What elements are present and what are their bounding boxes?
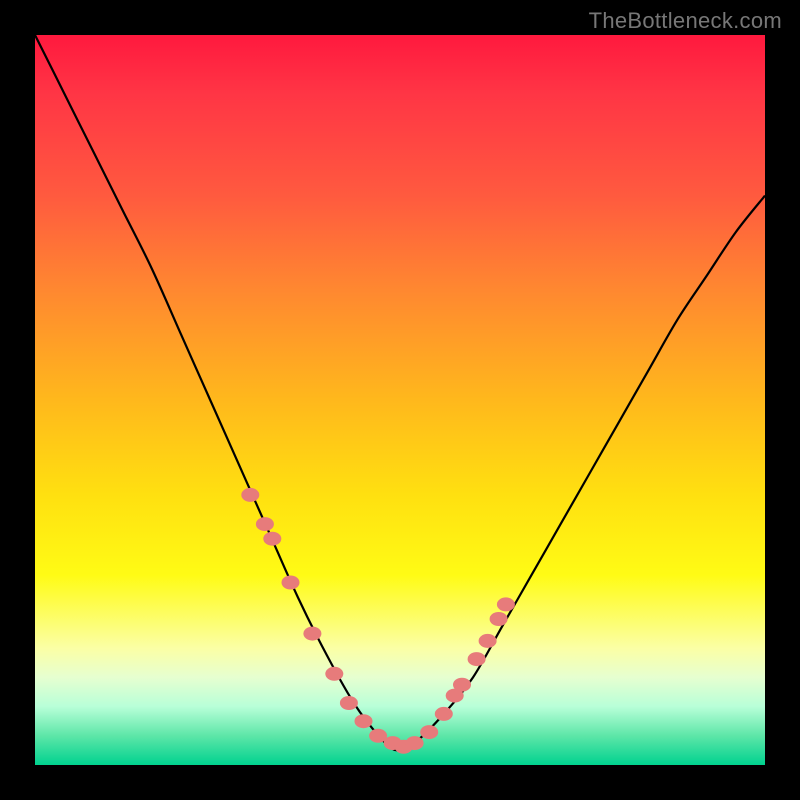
chart-container: TheBottleneck.com bbox=[0, 0, 800, 800]
marker-point bbox=[303, 627, 321, 641]
marker-point bbox=[263, 532, 281, 546]
plot-area bbox=[35, 35, 765, 765]
marker-point bbox=[340, 696, 358, 710]
highlight-markers bbox=[241, 488, 515, 754]
marker-point bbox=[490, 612, 508, 626]
marker-point bbox=[282, 576, 300, 590]
marker-point bbox=[435, 707, 453, 721]
marker-point bbox=[479, 634, 497, 648]
watermark-text: TheBottleneck.com bbox=[589, 8, 782, 34]
chart-svg bbox=[35, 35, 765, 765]
marker-point bbox=[497, 597, 515, 611]
marker-point bbox=[355, 714, 373, 728]
marker-point bbox=[241, 488, 259, 502]
marker-point bbox=[256, 517, 274, 531]
marker-point bbox=[406, 736, 424, 750]
marker-point bbox=[420, 725, 438, 739]
marker-point bbox=[453, 678, 471, 692]
marker-point bbox=[468, 652, 486, 666]
bottleneck-curve bbox=[35, 35, 765, 750]
marker-point bbox=[325, 667, 343, 681]
